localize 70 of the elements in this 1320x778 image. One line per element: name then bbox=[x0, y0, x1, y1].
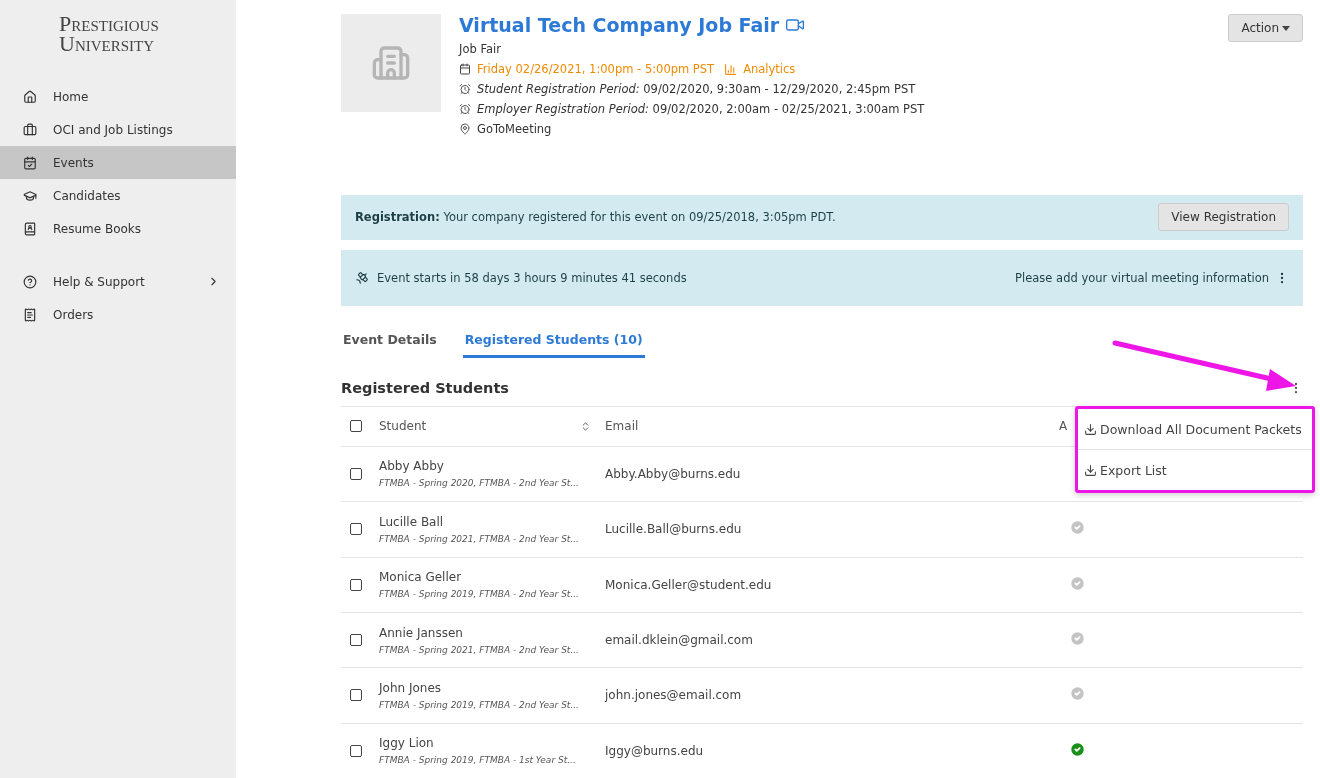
select-all-checkbox[interactable] bbox=[350, 420, 362, 433]
student-name[interactable]: Iggy Lion bbox=[379, 736, 605, 751]
meeting-info-link[interactable]: Please add your virtual meeting information bbox=[1015, 270, 1269, 285]
student-programs: FTMBA - Spring 2021, FTMBA - 2nd Year St... bbox=[379, 644, 580, 655]
email-cell-text: Abby.Abby@burns.edu bbox=[605, 466, 742, 481]
map-pin-icon bbox=[459, 123, 471, 135]
building-icon bbox=[371, 43, 411, 83]
satellite-icon bbox=[355, 270, 369, 285]
column-header: A bbox=[1059, 419, 1068, 434]
event-location: GoToMeeting bbox=[477, 122, 552, 136]
student-programs: FTMBA - Spring 2019, FTMBA - 2nd Year St... bbox=[379, 699, 580, 710]
sidebar-item[interactable]: Resume Books bbox=[0, 212, 236, 245]
calendar-icon bbox=[23, 155, 37, 170]
email-cell-text: Monica.Geller@student.edu bbox=[605, 577, 773, 592]
row-checkbox[interactable] bbox=[350, 467, 362, 480]
countdown-text: Event starts in 58 days 3 hours 9 minutes 41 seconds bbox=[377, 270, 687, 285]
sidebar-item[interactable]: Events bbox=[0, 146, 236, 179]
calendar-icon bbox=[459, 63, 471, 75]
event-type: Job Fair bbox=[459, 42, 501, 56]
sidebar-item[interactable]: OCI and Job Listings bbox=[0, 113, 236, 146]
row-checkbox[interactable] bbox=[350, 523, 362, 536]
university-logo: Prestigious University bbox=[58, 14, 160, 54]
menu-item[interactable]: Export List bbox=[1078, 449, 1312, 490]
student-name[interactable]: Lucille Ball bbox=[379, 514, 605, 529]
registration-period: Employer Registration Period: 09/02/2020, 2:00am - 02/25/2021, 3:00am PST bbox=[477, 102, 925, 116]
tab[interactable]: Registered Students (10) bbox=[462, 331, 645, 358]
bar-chart-icon bbox=[724, 62, 738, 76]
email-cell-text: john.jones@email.com bbox=[605, 688, 743, 703]
student-programs: FTMBA - Spring 2019, FTMBA - 1st Year St... bbox=[379, 755, 577, 766]
row-checkbox[interactable] bbox=[350, 689, 362, 702]
student-name[interactable]: John Jones bbox=[379, 680, 605, 695]
registration-text: Registration: Your company registered for this event on 09/25/2018, 3:05pm PDT. bbox=[355, 210, 836, 225]
download-icon bbox=[1084, 463, 1097, 477]
help-icon bbox=[23, 274, 37, 289]
event-date: Friday 02/26/2021, 1:00pm - 5:00pm PST bbox=[477, 62, 715, 76]
tab[interactable]: Event Details bbox=[341, 331, 439, 358]
menu-item[interactable]: Download All Document Packets bbox=[1078, 409, 1312, 449]
student-programs: FTMBA - Spring 2019, FTMBA - 2nd Year St... bbox=[379, 589, 580, 600]
email-cell-text: Iggy@burns.edu bbox=[605, 743, 705, 758]
sort-icon[interactable] bbox=[580, 420, 591, 432]
receipt-icon bbox=[23, 307, 37, 322]
section-title: Registered Students bbox=[341, 379, 509, 396]
student-name[interactable]: Annie Janssen bbox=[379, 625, 605, 640]
action-button[interactable]: Action bbox=[1228, 14, 1303, 42]
download-icon bbox=[1084, 422, 1097, 436]
home-icon bbox=[23, 89, 37, 104]
event-title: Virtual Tech Company Job Fair bbox=[459, 14, 780, 36]
alarm-clock-icon bbox=[459, 103, 471, 115]
view-registration-button[interactable]: View Registration bbox=[1158, 203, 1289, 232]
student-name[interactable]: Monica Geller bbox=[379, 570, 605, 585]
student-programs: FTMBA - Spring 2020, FTMBA - 2nd Year St... bbox=[379, 478, 580, 489]
alarm-clock-icon bbox=[459, 83, 471, 95]
contact-book-icon bbox=[23, 221, 37, 236]
sidebar-item[interactable]: Help & Support bbox=[0, 265, 236, 298]
student-programs: FTMBA - Spring 2021, FTMBA - 2nd Year St... bbox=[379, 533, 580, 544]
column-header[interactable]: Email bbox=[605, 419, 639, 434]
email-cell-text: email.dklein@gmail.com bbox=[605, 633, 754, 648]
caret-icon bbox=[1282, 25, 1290, 31]
column-header[interactable]: Student bbox=[379, 419, 427, 434]
sidebar-item[interactable]: Candidates bbox=[0, 179, 236, 212]
row-checkbox[interactable] bbox=[350, 578, 362, 591]
registration-period: Student Registration Period: 09/02/2020, 9:30am - 12/29/2020, 2:45pm PST bbox=[477, 82, 916, 96]
row-checkbox[interactable] bbox=[350, 634, 362, 647]
row-checkbox[interactable] bbox=[350, 744, 362, 757]
briefcase-icon bbox=[23, 122, 37, 137]
student-name[interactable]: Abby Abby bbox=[379, 459, 605, 474]
sidebar-item[interactable]: Home bbox=[0, 80, 236, 113]
email-cell-text: Lucille.Ball@burns.edu bbox=[605, 522, 743, 537]
graduate-icon bbox=[23, 188, 37, 203]
sidebar-item[interactable]: Orders bbox=[0, 298, 236, 331]
